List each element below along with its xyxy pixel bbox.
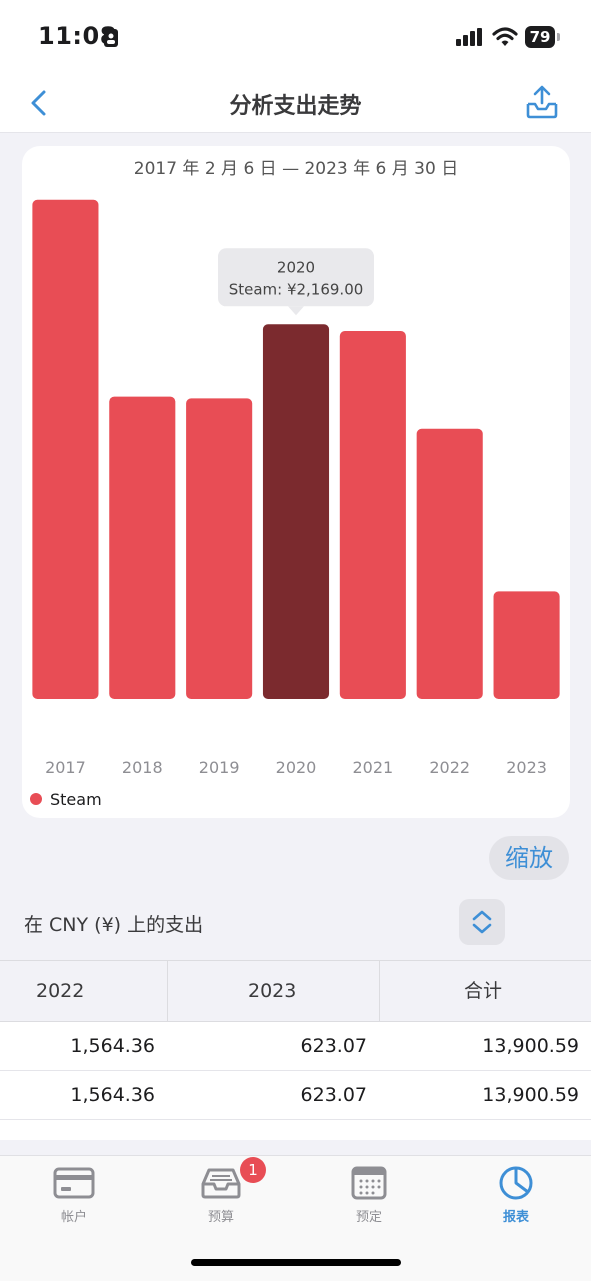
battery-level: 79: [525, 26, 555, 48]
bar-2022[interactable]: [416, 428, 483, 699]
bar-2023[interactable]: [493, 591, 560, 699]
spending-trend-bar-chart[interactable]: 2017 2018 2019 2020 2021 2022 2023 2020 Steam:…: [22, 146, 570, 818]
chart-card: 2017 年 2 月 6 日 — 2023 年 6 月 30 日 2017 201…: [22, 146, 570, 818]
battery-indicator: 79: [525, 26, 563, 48]
table-cell: 623.07: [300, 1035, 367, 1057]
x-tick-label: 2017: [45, 758, 86, 777]
bar-2017[interactable]: [32, 199, 99, 699]
column-header: 合计: [464, 980, 503, 1002]
table-cell: 13,900.59: [482, 1084, 579, 1106]
tab-reports[interactable]: 报表: [456, 1166, 576, 1226]
tab-label: 预算: [207, 1210, 234, 1225]
x-tick-label: 2023: [506, 758, 547, 777]
bar-2018[interactable]: [109, 396, 176, 699]
home-indicator[interactable]: [191, 1259, 401, 1266]
tooltip-value: Steam: ¥2,169.00: [229, 280, 364, 298]
bar-2019[interactable]: [186, 398, 253, 699]
column-header: 2023: [248, 980, 297, 1002]
column-divider: [167, 961, 168, 1021]
x-tick-label: 2020: [276, 758, 317, 777]
nav-bar: 分析支出走势: [0, 72, 591, 133]
bar-2020[interactable]: [262, 324, 330, 699]
tab-label: 预定: [355, 1210, 382, 1225]
chart-tooltip: 2020 Steam: ¥2,169.00: [218, 248, 374, 316]
legend-label: Steam: [50, 789, 102, 809]
tab-accounts[interactable]: 帐户: [14, 1166, 134, 1226]
battery-tip: [557, 33, 560, 41]
tab-label: 帐户: [60, 1210, 87, 1225]
share-export-icon[interactable]: [524, 84, 560, 120]
tab-label: 报表: [502, 1210, 529, 1225]
table-cell: 623.07: [300, 1084, 367, 1106]
bar-2021[interactable]: [339, 331, 406, 699]
table-footer-space: [0, 1120, 591, 1140]
table-cell: 13,900.59: [482, 1035, 579, 1057]
table-row[interactable]: 1,564.36 623.07 13,900.59: [0, 1022, 591, 1071]
tab-scheduled[interactable]: 预定: [309, 1166, 429, 1226]
spending-table: 2022 2023 合计 1,564.36 623.07 13,900.59 1…: [0, 960, 591, 1140]
column-divider: [379, 961, 380, 1021]
x-tick-label: 2022: [429, 758, 470, 777]
currency-section-label: 在 CNY (¥) 上的支出: [24, 914, 204, 936]
pie-chart-icon: [499, 1166, 533, 1200]
legend-swatch: [30, 793, 42, 805]
status-bar: 11:08 79: [0, 0, 591, 72]
x-tick-label: 2019: [199, 758, 240, 777]
credit-card-icon: [53, 1167, 95, 1199]
wifi-icon: [492, 27, 518, 46]
table-cell: 1,564.36: [70, 1084, 155, 1106]
cellular-signal-icon: [456, 28, 482, 46]
column-header: 2022: [36, 980, 85, 1002]
x-tick-label: 2018: [122, 758, 163, 777]
x-tick-label: 2021: [352, 758, 393, 777]
table-header: 2022 2023 合计: [0, 960, 591, 1022]
page-title: 分析支出走势: [229, 94, 362, 119]
budget-badge: 1: [240, 1157, 266, 1183]
calendar-icon: [351, 1166, 387, 1200]
focus-mode-icon: [104, 29, 118, 47]
up-down-chevron-icon: [472, 910, 492, 934]
table-row[interactable]: 1,564.36 623.07 13,900.59: [0, 1071, 591, 1120]
inbox-tray-icon: [201, 1168, 241, 1199]
zoom-button[interactable]: 缩放: [489, 836, 569, 880]
sort-toggle-button[interactable]: [459, 899, 505, 945]
table-cell: 1,564.36: [70, 1035, 155, 1057]
tooltip-title: 2020: [277, 258, 315, 276]
chart-legend[interactable]: Steam: [30, 788, 102, 810]
